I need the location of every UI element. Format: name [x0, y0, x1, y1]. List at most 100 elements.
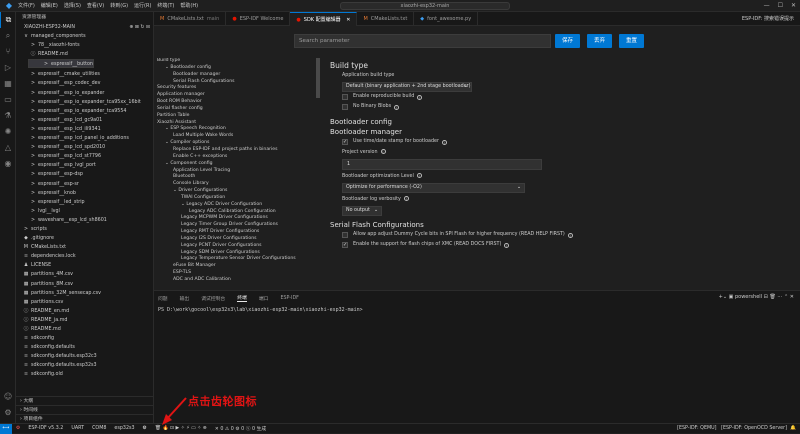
project-version-input[interactable]: 1: [342, 159, 542, 170]
cmake-icon[interactable]: △: [0, 140, 16, 156]
checkbox-box[interactable]: [342, 94, 348, 100]
tree-item[interactable]: > espressif__esp_lcd_gc9a01: [16, 116, 153, 125]
dummy-cycle-checkbox[interactable]: Allow app adjust Dummy Cycle bits in SPI…: [330, 230, 790, 240]
use-time-checkbox[interactable]: ✓ Use time/date stamp for bootloader i: [330, 137, 790, 147]
manage-gear-icon[interactable]: ⚙: [0, 405, 16, 421]
account-icon[interactable]: ☺: [0, 389, 16, 405]
build-tools-icons[interactable]: 🗑 🔥 ⊡ ▶ ✧ ⚡ ▭ ✧ ⊕: [155, 426, 207, 431]
menu-item[interactable]: 运行(R): [134, 3, 151, 9]
tree-item[interactable]: > espressif__esp_lcd_st7796: [16, 152, 153, 161]
maximize-icon[interactable]: ☐: [778, 0, 783, 12]
panel-tab[interactable]: 调试控制台: [201, 295, 225, 302]
config-menu-item[interactable]: Legacy PCNT Driver Configurations: [154, 243, 314, 250]
problems-summary[interactable]: ✕ 0 ⚠ 0 ⚙ 0 ⓢ 0 生成: [215, 425, 266, 432]
tree-item[interactable]: > scripts: [16, 225, 153, 234]
sidebar-section[interactable]: › 项目组件: [16, 414, 153, 423]
config-menu-item[interactable]: Build type: [154, 58, 314, 65]
minimize-icon[interactable]: —: [764, 0, 770, 12]
config-menu-item[interactable]: Enable C++ exceptions: [154, 154, 314, 161]
menu-scrollbar[interactable]: [316, 58, 320, 98]
config-menu-item[interactable]: ⌄ Legacy ADC Driver Configuration: [154, 202, 314, 209]
target-button[interactable]: esp32s3: [114, 426, 134, 431]
config-menu-item[interactable]: Bootloader manager: [154, 72, 314, 79]
bell-icon[interactable]: 🔔: [790, 426, 796, 431]
menu-item[interactable]: 编辑(E): [41, 3, 58, 9]
reset-button[interactable]: 重置: [619, 34, 644, 48]
app-build-type-select[interactable]: Default (binary application + 2nd stage …: [342, 82, 472, 92]
tree-item[interactable]: ≡ sdkconfig.defaults.esp32c3: [16, 352, 153, 361]
editor-tab[interactable]: M CMakeLists.txt main: [154, 12, 227, 26]
config-menu-item[interactable]: ⌄ Compiler options: [154, 140, 314, 147]
sidebar-section[interactable]: › 大纲: [16, 396, 153, 405]
remote-icon[interactable]: ▭: [0, 92, 16, 108]
close-tab-icon[interactable]: ✕: [345, 17, 350, 23]
gear-icon[interactable]: ⚙: [16, 426, 20, 431]
close-panel-icon[interactable]: ✕: [790, 294, 794, 300]
config-menu-item[interactable]: ⌄ Driver Configurations: [154, 188, 314, 195]
terminal-prompt[interactable]: PS D:\work\gocool\esp32s3\lab\xiaozhi-es…: [154, 307, 800, 313]
config-menu-item[interactable]: ESP-TLS: [154, 270, 314, 277]
tree-item[interactable]: ⓘ README_en.md: [16, 307, 153, 316]
tree-item[interactable]: ◆ .gitignore: [16, 234, 153, 243]
menu-item[interactable]: 帮助(H): [180, 3, 198, 9]
tree-item[interactable]: ⓘ README.md: [16, 325, 153, 334]
com-port-button[interactable]: COM8: [92, 426, 106, 431]
extensions-icon[interactable]: ▦: [0, 76, 16, 92]
tree-item[interactable]: > espressif__led_strip: [16, 198, 153, 207]
editor-tab[interactable]: ◆ font_awesome.py: [414, 12, 479, 26]
config-menu-item[interactable]: Legacy I2S Driver Configurations: [154, 236, 314, 243]
tree-item[interactable]: M CMakeLists.txt: [16, 243, 153, 252]
config-menu-item[interactable]: Serial flasher config: [154, 106, 314, 113]
search-parameter-input[interactable]: Search parameter: [294, 34, 551, 48]
config-menu-item[interactable]: Console Library: [154, 181, 314, 188]
config-menu-item[interactable]: Boot ROM Behavior: [154, 99, 314, 106]
espidf-search-error-button[interactable]: ESP-IDF: 搜索错误提示: [742, 12, 794, 26]
command-center-search[interactable]: xiaozhi-esp32-main: [340, 2, 510, 10]
explorer-icon[interactable]: ⧉: [0, 12, 16, 28]
close-icon[interactable]: ✕: [791, 0, 796, 12]
config-menu-item[interactable]: ⌄ Bootloader config: [154, 65, 314, 72]
checkbox-box[interactable]: [342, 232, 348, 238]
discard-button[interactable]: 丢弃: [587, 34, 612, 48]
tree-item[interactable]: > espressif__button: [28, 59, 94, 69]
tree-item[interactable]: >78__xiaozhi-fonts: [16, 41, 153, 50]
tree-item[interactable]: > espressif__esp_io_expander_tca9554: [16, 107, 153, 116]
tree-item[interactable]: v managed_components: [16, 32, 153, 41]
editor-tab[interactable]: ● SDK 配置编辑器 ✕: [290, 12, 358, 26]
remote-indicator-icon[interactable]: ⟷: [0, 423, 12, 434]
tree-item[interactable]: ♟ LICENSE: [16, 261, 153, 270]
tree-item[interactable]: > espressif__esp-dsp: [16, 170, 153, 179]
tree-item[interactable]: > espressif__esp-sr: [16, 180, 153, 189]
checkbox-checked[interactable]: ✓: [342, 242, 348, 248]
panel-tab[interactable]: 端口: [259, 295, 269, 302]
save-button[interactable]: 保存: [555, 34, 580, 48]
tree-item[interactable]: > lvgl__lvgl: [16, 207, 153, 216]
search-icon[interactable]: ⌕: [0, 28, 16, 44]
tree-item[interactable]: ≡ sdkconfig.defaults: [16, 343, 153, 352]
menu-item[interactable]: 文件(F): [18, 3, 35, 9]
checkbox-checked[interactable]: ✓: [342, 139, 348, 145]
menu-item[interactable]: 选择(S): [64, 3, 81, 9]
panel-tab[interactable]: 问题: [158, 295, 168, 302]
qemu-status[interactable]: [ESP-IDF: QEMU]: [677, 426, 716, 431]
tree-item[interactable]: > espressif__esp_lcd_spd2010: [16, 143, 153, 152]
config-menu-item[interactable]: ⌄ Component config: [154, 161, 314, 168]
project-header[interactable]: XIAOZHI-ESP32-MAIN ⊕ ⊞ ↻ ⊟: [16, 23, 153, 32]
optimization-level-select[interactable]: Optimize for performance (-O2) ⌄: [342, 183, 525, 193]
editor-tab[interactable]: M CMakeLists.txt: [357, 12, 415, 26]
tree-item[interactable]: > waveshare__esp_lcd_sh8601: [16, 216, 153, 225]
uart-button[interactable]: UART: [71, 426, 84, 431]
config-menu-item[interactable]: TWAI Configuration: [154, 195, 314, 202]
tree-item[interactable]: > espressif__esp_lvgl_port: [16, 161, 153, 170]
config-menu-item[interactable]: Replace ESP-IDF and project paths in bin…: [154, 147, 314, 154]
tree-item[interactable]: > espressif__esp_lcd_ili9341: [16, 125, 153, 134]
source-control-icon[interactable]: ⑂: [0, 44, 16, 60]
menu-item[interactable]: 终端(T): [157, 3, 174, 9]
terminal-add-icon[interactable]: +⌄: [719, 294, 727, 300]
tree-item[interactable]: > espressif__esp_codec_dev: [16, 79, 153, 88]
split-terminal-icon[interactable]: ⊟: [764, 294, 768, 300]
config-menu-item[interactable]: ADC and ADC Calibration: [154, 277, 314, 284]
tree-item[interactable]: ⓘ README_ja.md: [16, 316, 153, 325]
panel-tab[interactable]: 终端: [237, 294, 247, 302]
no-binary-blobs-checkbox[interactable]: No Binary Blobs i: [330, 102, 790, 112]
